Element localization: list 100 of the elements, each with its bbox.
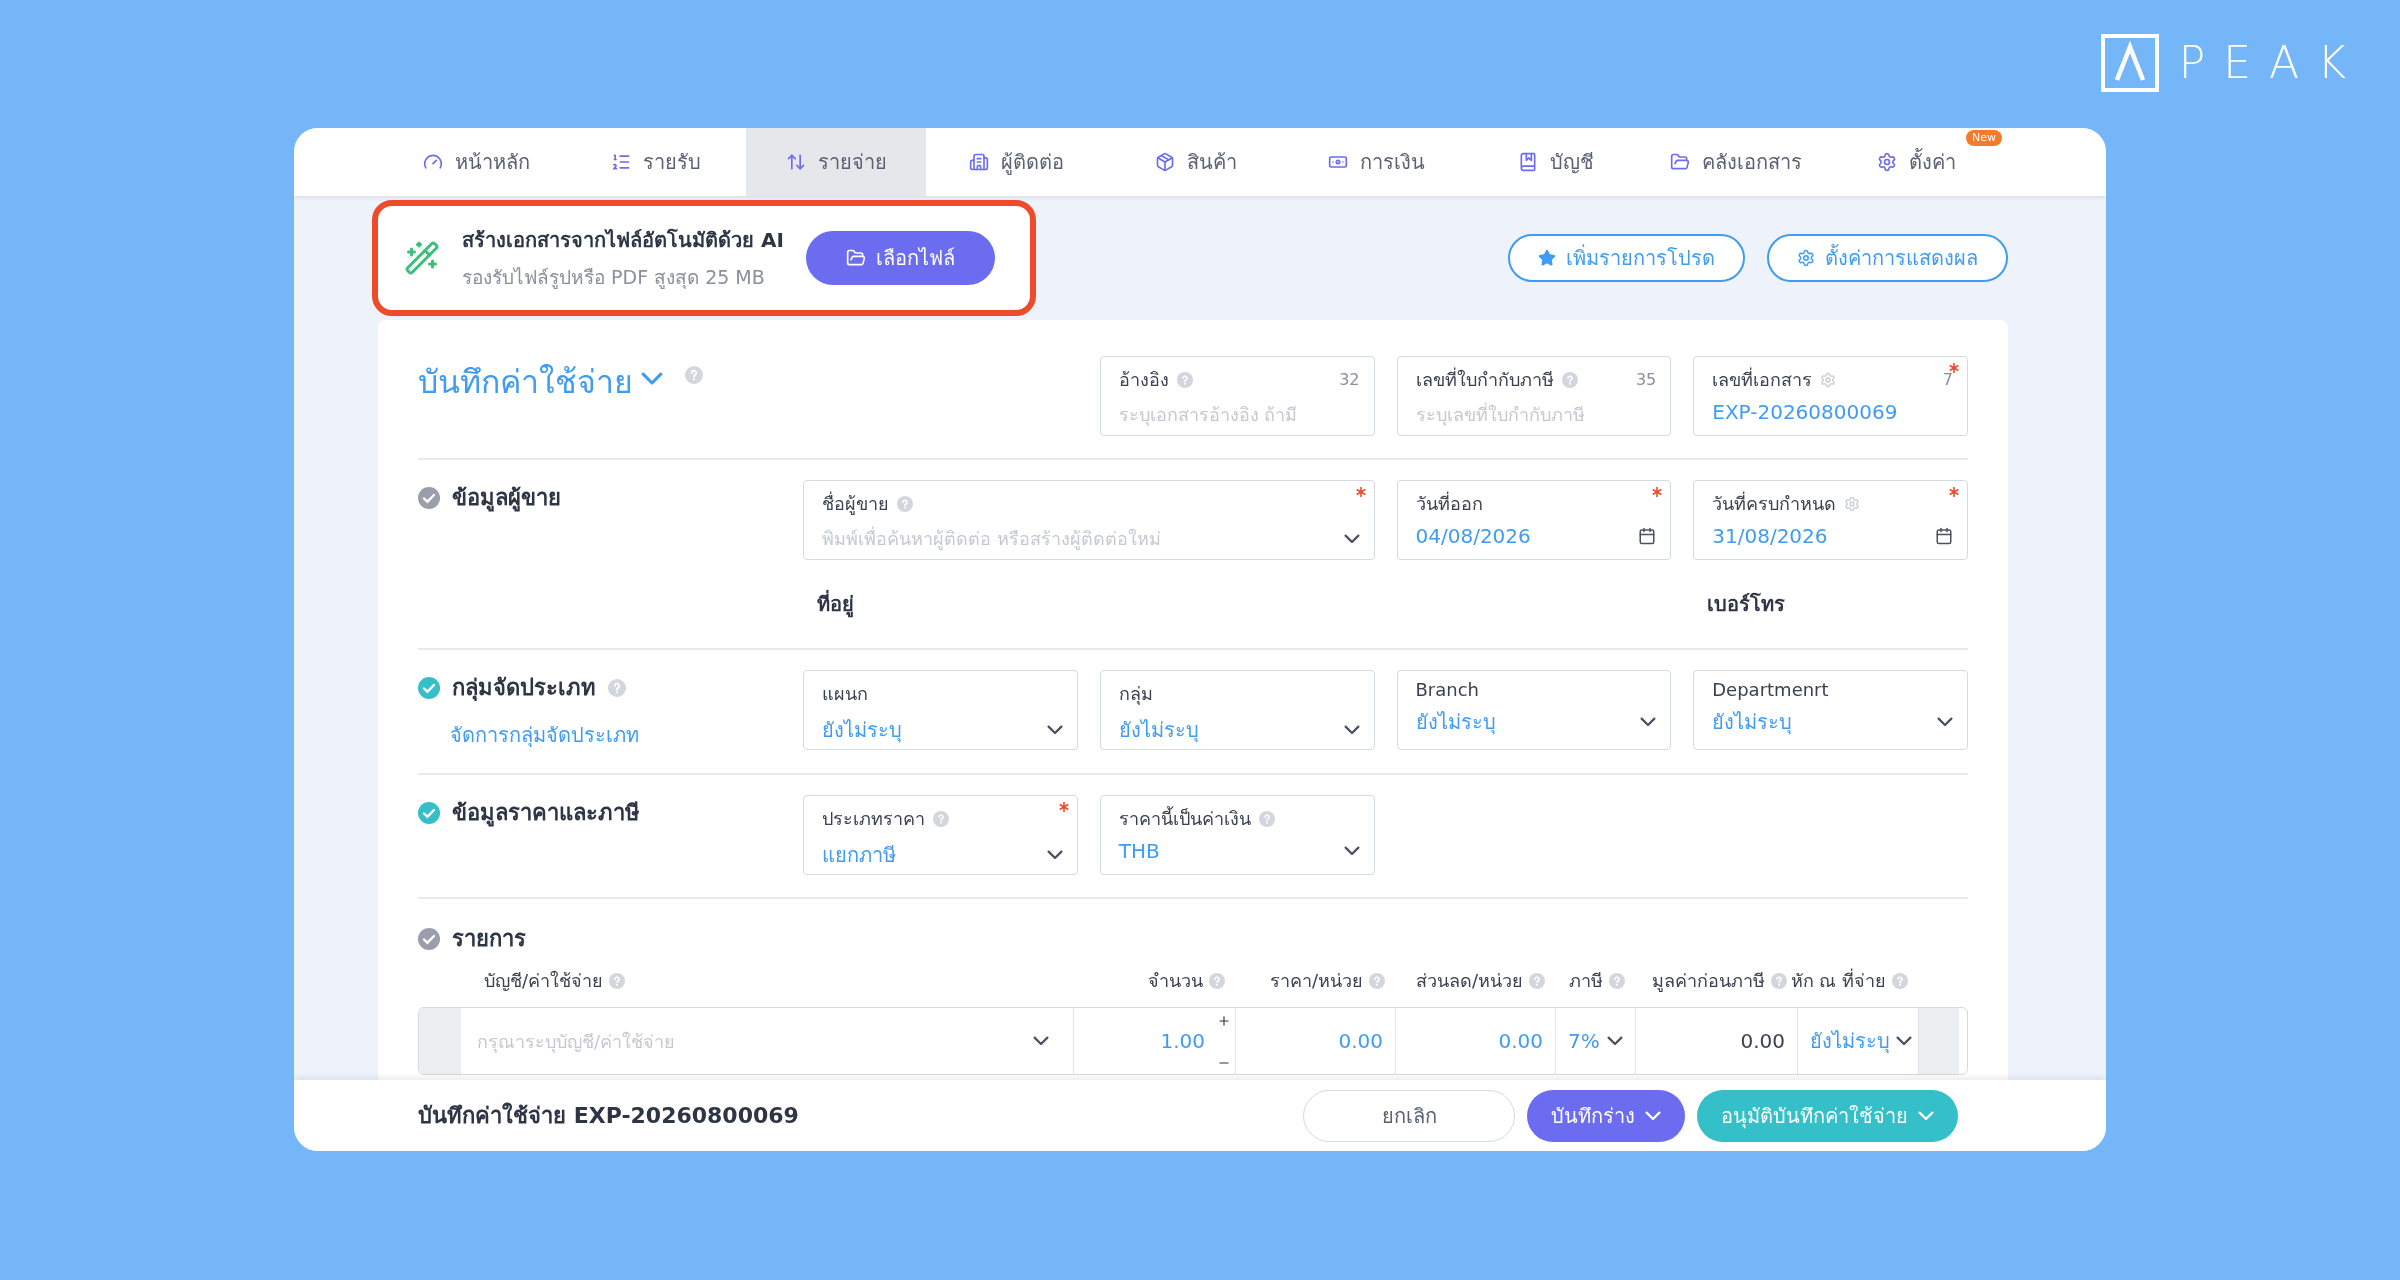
field-value: 31/08/2026	[1712, 524, 1828, 548]
nav-tab[interactable]: สินค้า	[1106, 128, 1286, 196]
date-field[interactable]: วันที่ครบกำหนด 31/08/2026	[1693, 480, 1968, 560]
arrows-icon	[785, 152, 806, 172]
field-label: ราคานี้เป็นค่าเงิน	[1118, 805, 1251, 831]
row-handle[interactable]	[419, 1008, 461, 1074]
select-field[interactable]: แผนก ยังไม่ระบุ	[803, 670, 1078, 750]
chevron-down-icon	[1046, 725, 1063, 735]
select-field[interactable]: Branch ยังไม่ระบุ	[1396, 670, 1672, 750]
section-title: กลุ่มจัดประเภท	[452, 674, 596, 703]
chevron-down-icon	[1033, 1036, 1049, 1046]
star-icon	[1538, 249, 1556, 267]
nav-tab[interactable]: ตั้งค่า New	[1826, 128, 2006, 196]
section-title: ข้อมูลราคาและภาษี	[452, 799, 640, 829]
select-field[interactable]: กลุ่ม ยังไม่ระบุ	[1099, 670, 1375, 750]
folder-icon	[1670, 152, 1690, 172]
character-counter: 35	[1635, 370, 1657, 389]
box-icon	[1155, 152, 1175, 172]
nav-tab[interactable]: รายจ่าย	[746, 128, 926, 196]
select-field[interactable]: Departmenrt ยังไม่ระบุ	[1693, 670, 1968, 750]
nav-tab[interactable]: คลังเอกสาร	[1646, 128, 1826, 196]
chevron-down-icon	[1343, 846, 1360, 856]
nav-tab[interactable]: หน้าหลัก	[386, 128, 566, 196]
field-label: Departmenrt	[1712, 679, 1829, 700]
ai-import-title: สร้างเอกสารจากไฟล์อัตโนมัติด้วย AI	[462, 227, 784, 254]
chevron-down-icon	[641, 372, 663, 386]
placeholder-text: กรุณาระบุบัญชี/ค่าใช้จ่าย	[477, 1029, 676, 1055]
settings-icon	[1797, 249, 1815, 267]
field-label: เลขที่ใบกำกับภาษี	[1415, 366, 1554, 392]
building-icon	[968, 152, 989, 172]
chevron-down-icon	[1645, 1110, 1661, 1121]
chevron-down-icon	[1640, 717, 1657, 727]
field-value: แยกภาษี	[822, 842, 896, 869]
chevron-down-icon	[1607, 1036, 1623, 1046]
field-label: ชื่อผู้ขาย	[822, 490, 889, 517]
column-header: บัญชี/ค่าใช้จ่าย	[484, 969, 604, 993]
chevron-down-icon	[1937, 717, 1953, 727]
new-badge: New	[1966, 130, 2002, 146]
cell-value: ยังไม่ระบุ	[1810, 1028, 1890, 1056]
field-value: 04/08/2026	[1415, 524, 1531, 548]
choose-file-button[interactable]: เลือกไฟล์	[805, 231, 995, 285]
logo-icon	[2100, 34, 2159, 92]
chevron-down-icon	[1343, 725, 1360, 735]
select-field[interactable]: ราคานี้เป็นค่าเงิน THB	[1099, 795, 1375, 875]
field-value: ยังไม่ระบุ	[822, 717, 902, 745]
nav-tab[interactable]: บัญชี	[1466, 128, 1646, 196]
magic-wand-icon	[404, 240, 440, 276]
cell-value: 1.00	[1160, 1029, 1205, 1053]
column-header: ส่วนลด/หน่วย	[1415, 969, 1523, 993]
text-field[interactable]: อ้างอิง 32 ระบุเอกสารอ้างอิง ถ้ามี	[1099, 356, 1375, 436]
field-value: THB	[1118, 839, 1160, 863]
cell-value: 0.00	[1740, 1029, 1785, 1053]
character-counter: 32	[1339, 370, 1360, 389]
column-header: มูลค่าก่อนภาษี	[1652, 969, 1765, 994]
settings-icon	[1876, 152, 1897, 172]
field-label: วันที่ครบกำหนด	[1712, 490, 1837, 516]
column-header: ราคา/หน่วย	[1269, 969, 1363, 993]
search-select-field[interactable]: ชื่อผู้ขาย พิมพ์เพื่อค้นหาผู้ติดต่อ หรือสร้างผู้ติดต่อใหม่	[803, 480, 1375, 560]
cell-value: 0.00	[1338, 1029, 1383, 1053]
character-counter: 7	[1942, 370, 1953, 389]
chevron-down-icon	[1918, 1110, 1934, 1121]
address-label: ที่อยู่	[816, 589, 855, 620]
section-title: รายการ	[452, 925, 526, 953]
placeholder-text: ระบุเลขที่ใบกำกับภาษี	[1415, 401, 1585, 428]
chevron-down-icon	[1343, 533, 1360, 544]
logo-text: PEAK	[2178, 41, 2364, 85]
field-value: EXP-20260800069	[1712, 400, 1898, 424]
cell-value: 0.00	[1498, 1029, 1543, 1053]
field-value: ยังไม่ระบุ	[1415, 709, 1496, 737]
column-header: ภาษี	[1569, 969, 1603, 993]
cancel-button[interactable]: ยกเลิก	[1303, 1089, 1515, 1142]
cell-value: 7%	[1568, 1029, 1600, 1053]
row-handle[interactable]	[1919, 1008, 1959, 1074]
select-field[interactable]: ประเภทราคา แยกภาษี	[803, 795, 1078, 875]
chevron-down-icon	[1896, 1036, 1912, 1046]
field-label: กลุ่ม	[1118, 682, 1153, 707]
list-icon	[611, 152, 631, 172]
field-label: ประเภทราคา	[822, 807, 925, 831]
nav-tab[interactable]: การเงิน	[1286, 128, 1466, 196]
column-header: จำนวน	[1148, 969, 1203, 993]
calendar-icon	[1638, 527, 1657, 545]
field-label: อ้างอิง	[1118, 368, 1169, 392]
plus-icon[interactable]	[1217, 1014, 1231, 1028]
text-field[interactable]: เลขที่เอกสาร 7 EXP-20260800069	[1693, 356, 1968, 436]
section-title: ข้อมูลผู้ขาย	[452, 484, 561, 514]
nav-tab[interactable]: รายรับ	[566, 128, 746, 196]
help-icon	[685, 366, 703, 384]
date-field[interactable]: วันที่ออก 04/08/2026	[1396, 480, 1672, 560]
save-draft-button[interactable]: บันทึกร่าง	[1527, 1089, 1685, 1142]
text-field[interactable]: เลขที่ใบกำกับภาษี 35 ระบุเลขที่ใบกำกับภาษี	[1396, 356, 1672, 436]
nav-tab[interactable]: ผู้ติดต่อ	[926, 128, 1106, 196]
placeholder-text: ระบุเอกสารอ้างอิง ถ้ามี	[1118, 403, 1298, 428]
placeholder-text: พิมพ์เพื่อค้นหาผู้ติดต่อ หรือสร้างผู้ติดต่อใหม่	[822, 525, 1161, 552]
field-label: วันที่ออก	[1415, 490, 1483, 516]
field-value: ยังไม่ระบุ	[1712, 709, 1793, 737]
field-label: แผนก	[822, 682, 868, 706]
gauge-icon	[422, 152, 443, 172]
column-header: หัก ณ ที่จ่าย	[1790, 967, 1886, 993]
footer-title: บันทึกค่าใช้จ่าย EXP-20260800069	[418, 1101, 799, 1130]
book-icon	[1518, 152, 1538, 172]
